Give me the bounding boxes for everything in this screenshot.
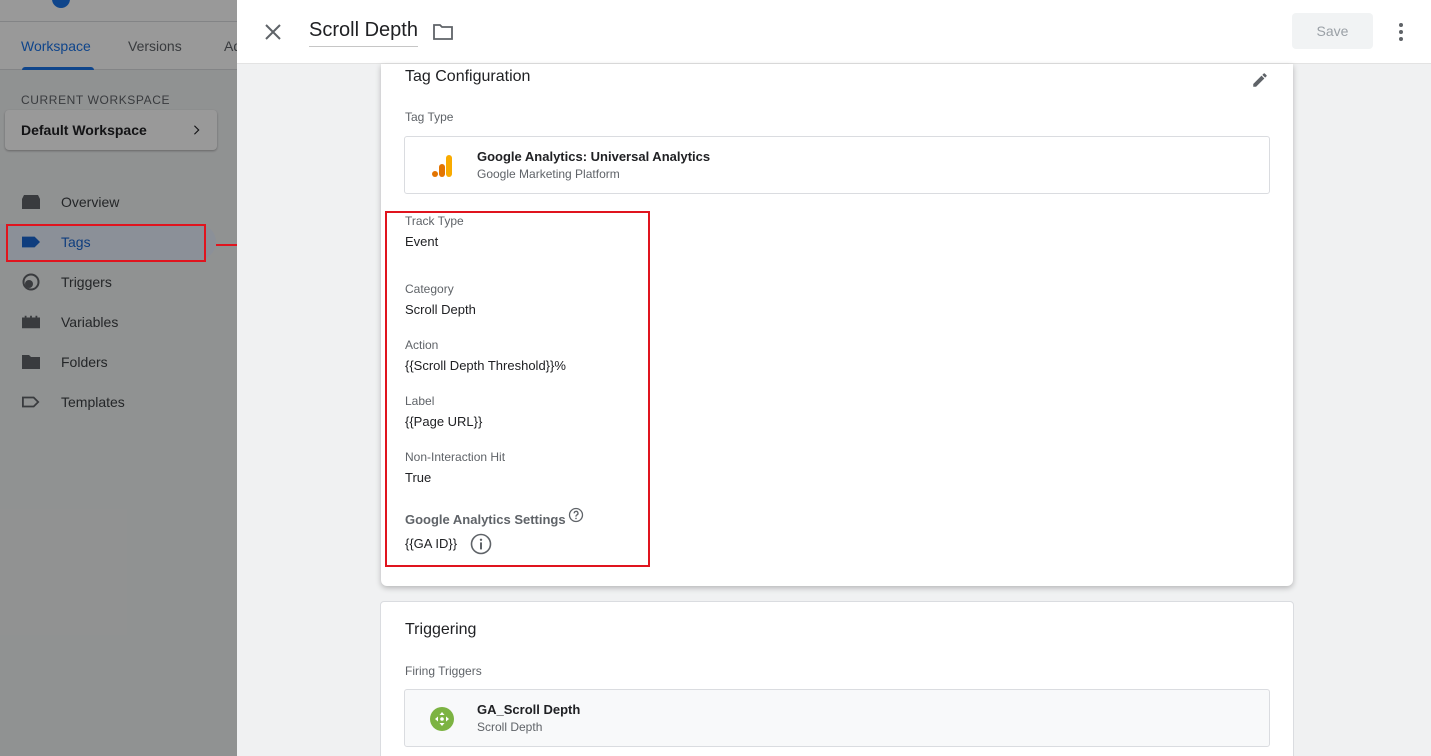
close-icon (265, 24, 281, 40)
scroll-depth-trigger-icon (429, 706, 455, 732)
tag-configuration-title: Tag Configuration (405, 68, 531, 85)
triggering-card[interactable]: Triggering Firing Triggers GA_Scroll Dep… (380, 601, 1294, 756)
panel-header: Scroll Depth Save (237, 0, 1431, 64)
close-button[interactable] (261, 20, 285, 44)
google-analytics-icon (429, 153, 455, 179)
tag-type-box[interactable]: Google Analytics: Universal Analytics Go… (404, 136, 1270, 194)
save-button[interactable]: Save (1292, 13, 1373, 49)
trigger-row[interactable]: GA_Scroll Depth Scroll Depth (404, 689, 1270, 747)
tag-type-provider: Google Marketing Platform (477, 167, 620, 181)
annotation-highlight-tags (6, 224, 206, 262)
more-options-button[interactable] (1389, 20, 1413, 44)
trigger-name: GA_Scroll Depth (477, 702, 581, 717)
triggering-title: Triggering (405, 621, 477, 638)
trigger-type: Scroll Depth (477, 720, 543, 734)
firing-triggers-label: Firing Triggers (405, 664, 482, 678)
folder-outline-icon (433, 24, 453, 40)
tag-type-label: Tag Type (405, 110, 454, 124)
tag-editor-panel: Scroll Depth Save Tag Configuration Tag … (237, 0, 1431, 756)
annotation-highlight-fields (385, 211, 650, 567)
more-vert-icon (1399, 23, 1403, 41)
edit-button[interactable] (1248, 68, 1272, 92)
tag-name-title[interactable]: Scroll Depth (309, 19, 418, 47)
pencil-icon (1253, 73, 1267, 87)
tag-type-name: Google Analytics: Universal Analytics (477, 149, 711, 164)
folder-button[interactable] (431, 21, 455, 43)
